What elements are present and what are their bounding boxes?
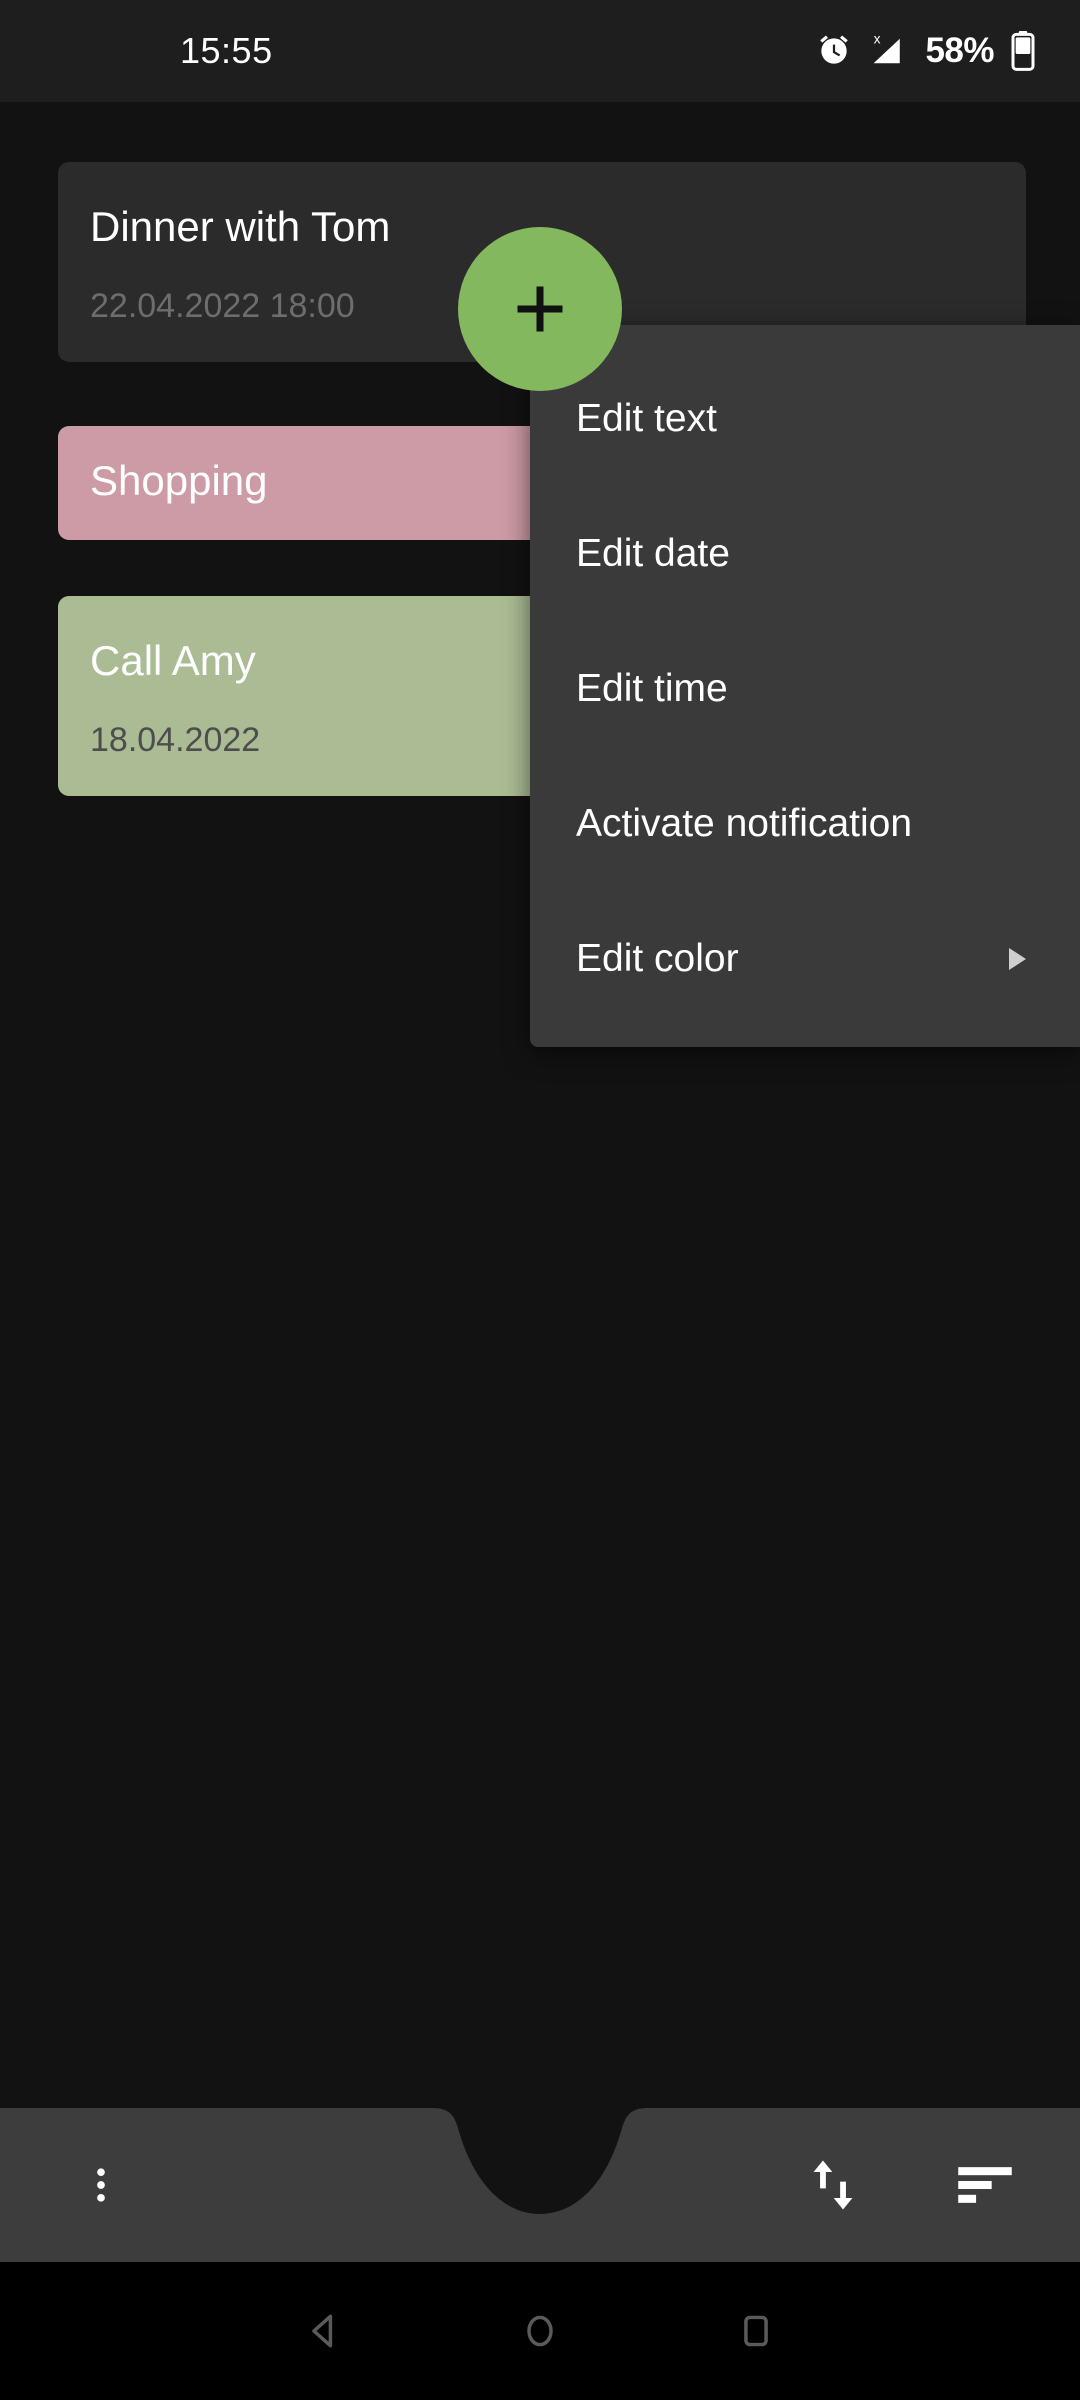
- recents-square-icon: [744, 2315, 768, 2347]
- menu-item-label: Edit date: [576, 531, 730, 575]
- menu-item-label: Edit text: [576, 396, 717, 440]
- menu-item-edit-color[interactable]: Edit color: [530, 891, 1080, 1026]
- sort-direction-button[interactable]: [790, 2142, 876, 2228]
- swap-vertical-icon: [813, 2160, 853, 2210]
- status-bar-clock: 15:55: [180, 30, 273, 71]
- menu-item-label: Activate notification: [576, 801, 913, 845]
- menu-item-edit-date[interactable]: Edit date: [530, 486, 1080, 621]
- sort-icon: [958, 2167, 1012, 2203]
- add-note-fab[interactable]: [458, 227, 622, 391]
- alarm-icon: [815, 32, 853, 70]
- plus-icon: [517, 286, 563, 332]
- bottom-app-bar: [0, 2108, 1080, 2262]
- overflow-menu-button[interactable]: [58, 2142, 144, 2228]
- sort-button[interactable]: [942, 2142, 1028, 2228]
- battery-percent-label: 58%: [925, 31, 994, 70]
- more-vertical-icon: [97, 2168, 105, 2202]
- nav-back-button[interactable]: [216, 2262, 432, 2400]
- battery-icon: [1010, 31, 1036, 71]
- status-bar-icons: x 58%: [815, 31, 1036, 71]
- bottom-bar-right-actions: [790, 2108, 1028, 2262]
- status-bar: 15:55 x 58%: [0, 0, 1080, 102]
- signal-no-sim-icon: x: [869, 31, 909, 71]
- bottom-bar-left-actions: [58, 2108, 144, 2262]
- menu-item-label: Edit color: [576, 936, 739, 980]
- menu-item-activate-notification[interactable]: Activate notification: [530, 756, 1080, 891]
- menu-item-edit-time[interactable]: Edit time: [530, 621, 1080, 756]
- nav-home-button[interactable]: [432, 2262, 648, 2400]
- system-navigation-bar: [0, 2262, 1080, 2400]
- menu-item-label: Edit time: [576, 666, 728, 710]
- back-triangle-icon: [312, 2314, 333, 2348]
- home-circle-icon: [527, 2315, 553, 2347]
- chevron-right-icon: [1009, 947, 1026, 970]
- menu-item-edit-text[interactable]: Edit text: [530, 351, 1080, 486]
- nav-recents-button[interactable]: [648, 2262, 864, 2400]
- phone-screen: 15:55 x 58% Dinner with Tom 22.04.2022 1…: [0, 0, 1080, 2400]
- svg-text:x: x: [874, 31, 881, 46]
- context-menu: Edit text Edit date Edit time Activate n…: [530, 325, 1080, 1047]
